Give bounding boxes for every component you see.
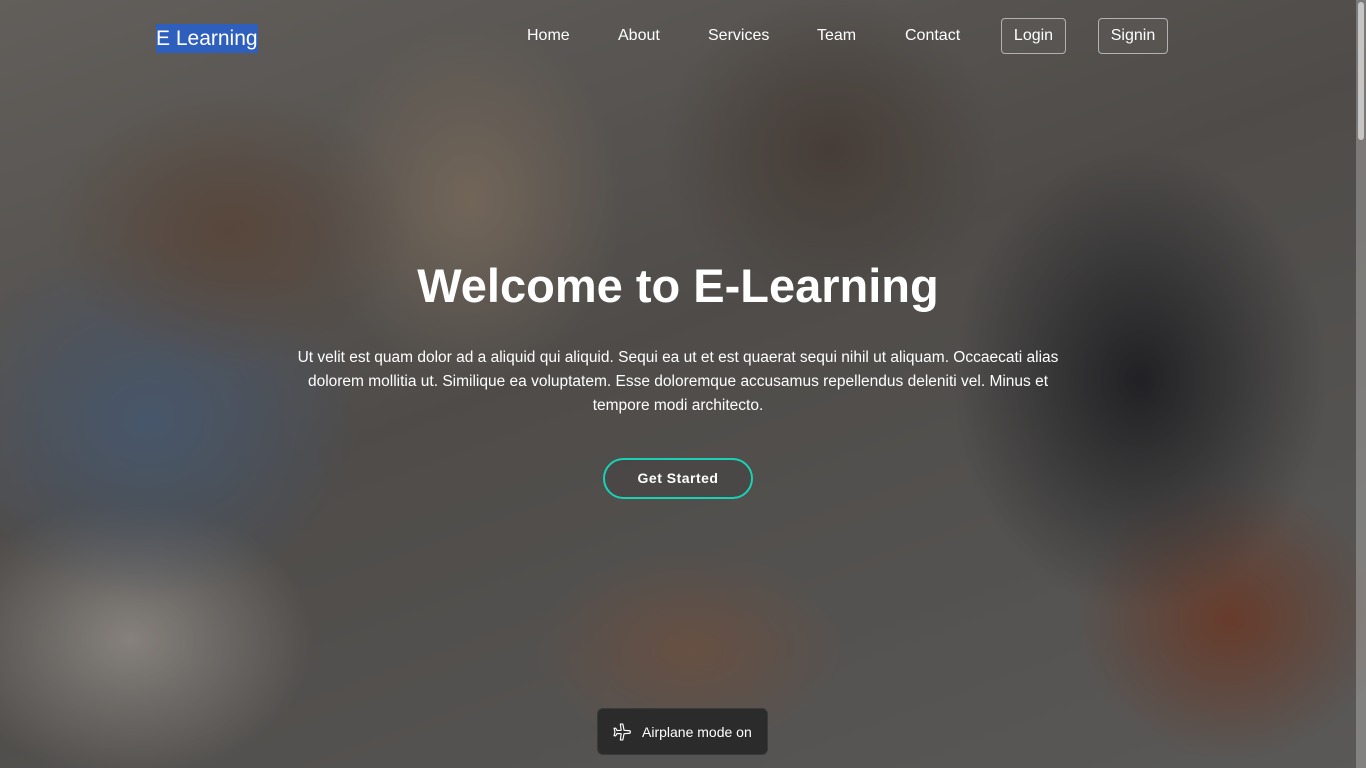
hero-section: E Learning Home About Services Team Cont… <box>0 0 1366 768</box>
toast-text: Airplane mode on <box>642 723 752 740</box>
nav-link-services[interactable]: Services <box>708 27 769 45</box>
nav-link-team[interactable]: Team <box>817 27 856 45</box>
site-logo[interactable]: E Learning <box>156 24 258 53</box>
airplane-icon <box>612 722 632 742</box>
hero-description: Ut velit est quam dolor ad a aliquid qui… <box>297 349 1059 414</box>
login-button[interactable]: Login <box>1001 18 1066 54</box>
hero-content: Welcome to E-Learning Ut velit est quam … <box>0 256 1356 499</box>
signin-button[interactable]: Signin <box>1098 18 1168 54</box>
hero-title: Welcome to E-Learning <box>417 259 939 312</box>
navbar: E Learning Home About Services Team Cont… <box>0 0 1356 74</box>
get-started-button[interactable]: Get Started <box>603 458 753 499</box>
airplane-mode-toast: Airplane mode on <box>597 708 768 755</box>
nav-link-about[interactable]: About <box>618 27 660 45</box>
nav-link-contact[interactable]: Contact <box>905 27 960 45</box>
nav-link-home[interactable]: Home <box>527 27 570 45</box>
page-scrollbar[interactable] <box>1356 0 1366 768</box>
scrollbar-thumb[interactable] <box>1358 2 1364 140</box>
